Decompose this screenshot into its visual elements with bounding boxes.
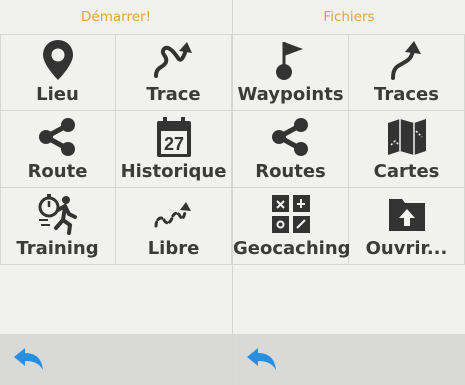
geocaching-label: Geocaching — [233, 238, 351, 259]
location-pin-icon — [0, 36, 115, 84]
training-label: Training — [16, 238, 99, 259]
files-panel: Fichiers Waypoints Traces Routes Cartes … — [233, 0, 465, 335]
routes-button[interactable]: Routes — [233, 111, 349, 188]
ouvrir-label: Ouvrir... — [365, 238, 448, 259]
free-path-icon — [116, 190, 231, 238]
route-share-icon — [233, 113, 348, 161]
traces-button[interactable]: Traces — [349, 34, 465, 111]
route-label: Route — [27, 161, 88, 182]
ouvrir-button[interactable]: Ouvrir... — [349, 188, 465, 265]
waypoints-label: Waypoints — [237, 84, 344, 105]
files-panel-title: Fichiers — [323, 9, 375, 25]
training-button[interactable]: Training — [0, 188, 116, 265]
back-button[interactable] — [12, 346, 46, 372]
route-share-icon — [0, 113, 115, 161]
historique-label: Historique — [120, 161, 227, 182]
runner-stopwatch-icon — [0, 190, 115, 238]
lieu-label: Lieu — [36, 84, 79, 105]
calendar-day: 27 — [163, 134, 183, 154]
libre-label: Libre — [147, 238, 200, 259]
start-panel-title: Démarrer! — [81, 9, 151, 25]
geocache-icon — [233, 190, 348, 238]
start-panel: Démarrer! Lieu Trace Route 27 Historique… — [0, 0, 232, 335]
trace-button[interactable]: Trace — [116, 34, 232, 111]
cartes-label: Cartes — [373, 161, 440, 182]
track-arrow-icon — [116, 36, 231, 84]
back-arrow-icon — [247, 348, 276, 370]
folder-open-icon — [349, 190, 464, 238]
libre-button[interactable]: Libre — [116, 188, 232, 265]
trace-label: Trace — [146, 84, 201, 105]
historique-button[interactable]: 27 Historique — [116, 111, 232, 188]
cartes-button[interactable]: Cartes — [349, 111, 465, 188]
map-icon — [349, 113, 464, 161]
routes-label: Routes — [255, 161, 326, 182]
lieu-button[interactable]: Lieu — [0, 34, 116, 111]
back-arrow-icon — [14, 348, 43, 370]
curve-arrow-icon — [349, 36, 464, 84]
waypoints-button[interactable]: Waypoints — [233, 34, 349, 111]
start-panel-footer — [0, 334, 232, 385]
route-button[interactable]: Route — [0, 111, 116, 188]
flag-pin-icon — [233, 36, 348, 84]
geocaching-button[interactable]: Geocaching — [233, 188, 351, 265]
back-button[interactable] — [245, 346, 279, 372]
traces-label: Traces — [374, 84, 439, 105]
files-panel-footer — [233, 334, 465, 385]
calendar-icon: 27 — [116, 113, 231, 161]
